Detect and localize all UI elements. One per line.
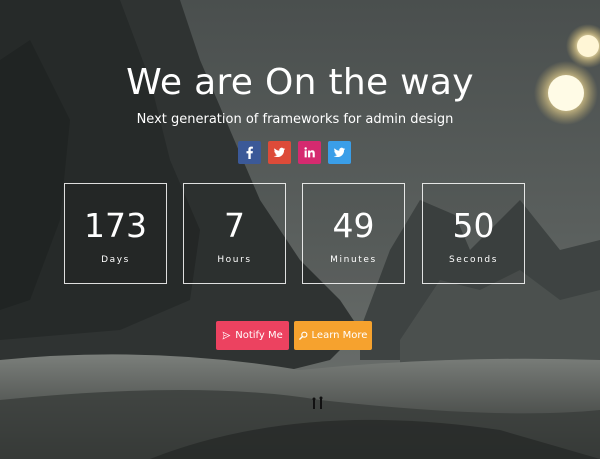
paper-plane-icon xyxy=(222,331,231,340)
linkedin-button[interactable] xyxy=(298,141,321,164)
countdown-timer: 173 Days 7 Hours 49 Minutes 50 Seconds xyxy=(64,183,525,284)
twitter-icon xyxy=(333,147,346,158)
notify-me-button[interactable]: Notify Me xyxy=(216,321,289,350)
countdown-label: Days xyxy=(101,255,130,265)
countdown-value: 173 xyxy=(84,206,147,245)
social-links xyxy=(238,141,351,164)
countdown-hours: 7 Hours xyxy=(183,183,286,284)
search-icon xyxy=(298,331,307,340)
coming-soon-page: We are On the way Next generation of fra… xyxy=(0,0,600,459)
countdown-label: Minutes xyxy=(330,255,377,265)
learn-more-button[interactable]: Learn More xyxy=(294,321,372,350)
linkedin-icon xyxy=(304,147,315,158)
countdown-days: 173 Days xyxy=(64,183,167,284)
countdown-minutes: 49 Minutes xyxy=(302,183,405,284)
twitter-button[interactable] xyxy=(328,141,351,164)
countdown-value: 49 xyxy=(332,206,375,245)
countdown-label: Hours xyxy=(217,255,252,265)
countdown-value: 50 xyxy=(452,206,495,245)
countdown-value: 7 xyxy=(224,206,245,245)
page-subtitle: Next generation of frameworks for admin … xyxy=(136,112,454,127)
countdown-label: Seconds xyxy=(448,255,498,265)
notify-me-label: Notify Me xyxy=(235,330,283,341)
learn-more-label: Learn More xyxy=(311,330,368,341)
twitter-bird-icon xyxy=(273,147,286,158)
facebook-button[interactable] xyxy=(238,141,261,164)
countdown-seconds: 50 Seconds xyxy=(422,183,525,284)
facebook-icon xyxy=(246,146,253,159)
page-title: We are On the way xyxy=(126,62,474,103)
twitter-red-button[interactable] xyxy=(268,141,291,164)
